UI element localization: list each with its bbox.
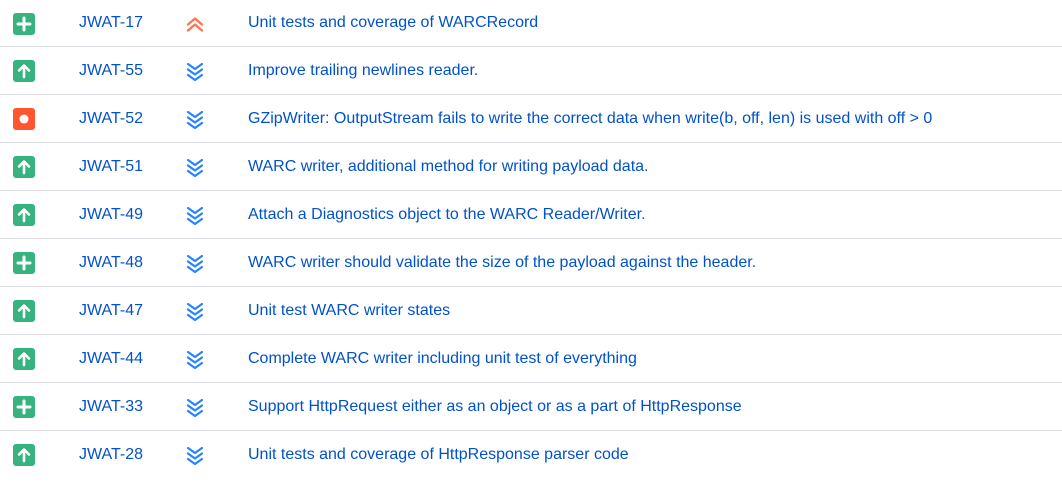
- issue-key-link[interactable]: JWAT-55: [79, 47, 143, 94]
- table-row: JWAT-44 Complete WARC writer including u…: [0, 335, 1062, 383]
- triple-chevron-down-icon: [183, 299, 207, 323]
- table-row: JWAT-48 WARC writer should validate the …: [0, 239, 1062, 287]
- arrow-up-icon: [13, 444, 35, 466]
- triple-chevron-down-icon: [183, 347, 207, 371]
- issue-summary-link[interactable]: Unit test WARC writer states: [248, 287, 450, 334]
- arrow-up-icon: [13, 204, 35, 226]
- issue-key-link[interactable]: JWAT-47: [79, 287, 143, 334]
- issue-key-link[interactable]: JWAT-17: [79, 0, 143, 46]
- issue-summary-link[interactable]: Unit tests and coverage of HttpResponse …: [248, 431, 629, 479]
- issue-summary-link[interactable]: Complete WARC writer including unit test…: [248, 335, 637, 382]
- table-row: JWAT-47 Unit test WARC writer states: [0, 287, 1062, 335]
- triple-chevron-down-icon: [183, 107, 207, 131]
- plus-icon: [13, 252, 35, 274]
- table-row: JWAT-49 Attach a Diagnostics object to t…: [0, 191, 1062, 239]
- issue-table: JWAT-17 Unit tests and coverage of WARCR…: [0, 0, 1062, 479]
- issue-summary-link[interactable]: Unit tests and coverage of WARCRecord: [248, 0, 538, 46]
- issue-summary-link[interactable]: WARC writer, additional method for writi…: [248, 143, 648, 190]
- triple-chevron-down-icon: [183, 203, 207, 227]
- triple-chevron-down-icon: [183, 443, 207, 467]
- issue-key-link[interactable]: JWAT-52: [79, 95, 143, 142]
- issue-summary-link[interactable]: Improve trailing newlines reader.: [248, 47, 478, 94]
- triple-chevron-down-icon: [183, 251, 207, 275]
- double-chevron-up-icon: [183, 12, 207, 36]
- triple-chevron-down-icon: [183, 59, 207, 83]
- issue-summary-link[interactable]: GZipWriter: OutputStream fails to write …: [248, 95, 932, 142]
- plus-icon: [13, 13, 35, 35]
- table-row: JWAT-17 Unit tests and coverage of WARCR…: [0, 0, 1062, 47]
- table-row: JWAT-28 Unit tests and coverage of HttpR…: [0, 431, 1062, 479]
- issue-key-link[interactable]: JWAT-44: [79, 335, 143, 382]
- table-row: JWAT-33 Support HttpRequest either as an…: [0, 383, 1062, 431]
- table-row: JWAT-55 Improve trailing newlines reader…: [0, 47, 1062, 95]
- plus-icon: [13, 396, 35, 418]
- issue-key-link[interactable]: JWAT-51: [79, 143, 143, 190]
- issue-summary-link[interactable]: WARC writer should validate the size of …: [248, 239, 756, 286]
- issue-key-link[interactable]: JWAT-49: [79, 191, 143, 238]
- issue-summary-link[interactable]: Attach a Diagnostics object to the WARC …: [248, 191, 646, 238]
- issue-summary-link[interactable]: Support HttpRequest either as an object …: [248, 383, 742, 430]
- table-row: JWAT-51 WARC writer, additional method f…: [0, 143, 1062, 191]
- issue-key-link[interactable]: JWAT-48: [79, 239, 143, 286]
- issue-key-link[interactable]: JWAT-33: [79, 383, 143, 430]
- arrow-up-icon: [13, 348, 35, 370]
- triple-chevron-down-icon: [183, 155, 207, 179]
- arrow-up-icon: [13, 60, 35, 82]
- triple-chevron-down-icon: [183, 395, 207, 419]
- table-row: JWAT-52 GZipWriter: OutputStream fails t…: [0, 95, 1062, 143]
- dot-icon: [13, 108, 35, 130]
- arrow-up-icon: [13, 300, 35, 322]
- arrow-up-icon: [13, 156, 35, 178]
- issue-key-link[interactable]: JWAT-28: [79, 431, 143, 479]
